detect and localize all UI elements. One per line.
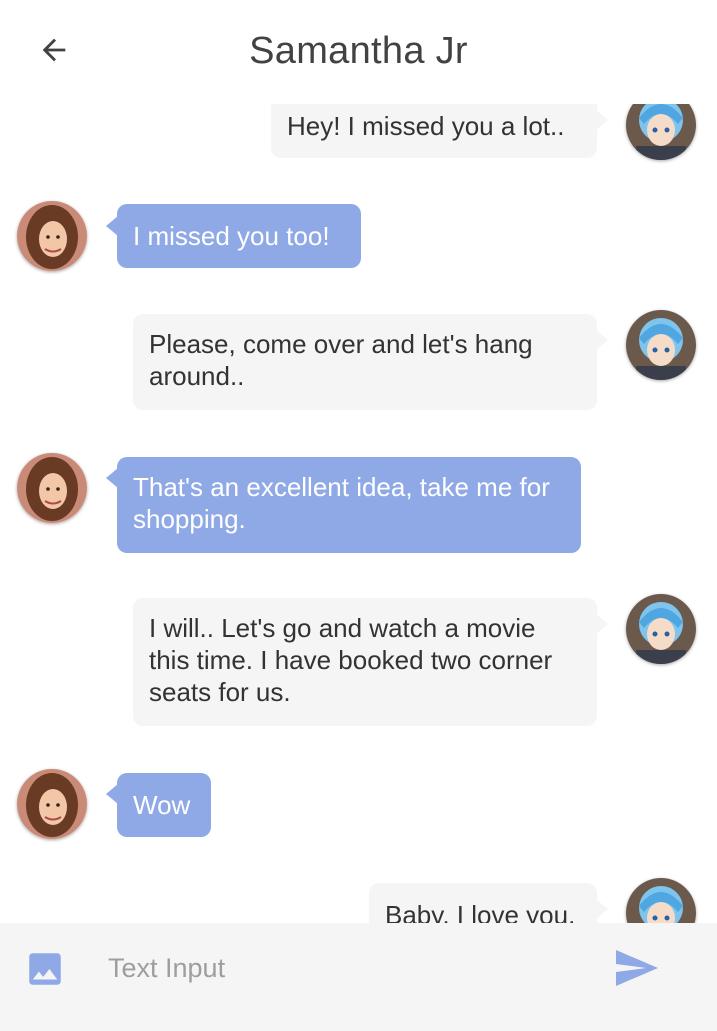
contact-avatar[interactable] [17, 453, 87, 523]
bubble-tail [596, 110, 608, 130]
send-button[interactable] [612, 944, 662, 992]
message-bubble: I will.. Let's go and watch a movie this… [133, 598, 597, 726]
my-avatar[interactable] [626, 310, 696, 380]
message-bubble: That's an excellent idea, take me for sh… [117, 457, 581, 553]
send-icon [616, 950, 658, 986]
contact-avatar[interactable] [17, 201, 87, 271]
message-bubble: Wow [117, 773, 211, 837]
chat-area[interactable]: Hey! I missed you a lot.. I missed you t… [0, 0, 717, 923]
app-bar: Samantha Jr [0, 0, 717, 104]
message-bubble: Please, come over and let's hang around.… [133, 314, 597, 410]
bubble-tail [596, 899, 608, 919]
message-bubble: Baby, I love you. [369, 883, 597, 923]
message-bubble: I missed you too! [117, 204, 361, 268]
bubble-tail [596, 614, 608, 634]
message-input[interactable] [96, 944, 600, 992]
my-avatar[interactable] [626, 594, 696, 664]
image-icon [29, 953, 61, 985]
page-title: Samantha Jr [249, 30, 468, 72]
bubble-tail [596, 330, 608, 350]
contact-avatar[interactable] [17, 769, 87, 839]
my-avatar[interactable] [626, 878, 696, 923]
attach-image-button[interactable] [24, 948, 66, 990]
